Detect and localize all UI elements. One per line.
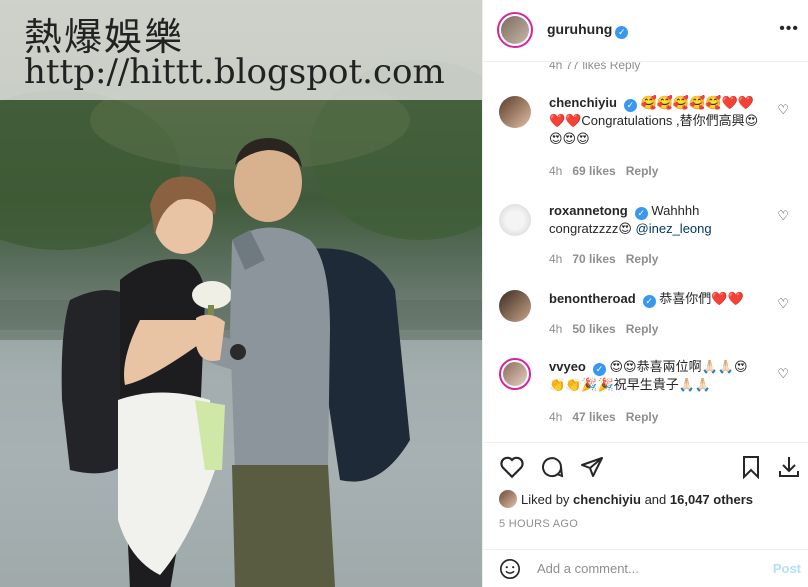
comment-time: 4h (549, 322, 563, 336)
post-comment-button[interactable]: Post (773, 561, 801, 576)
post-side-panel: guruhung ✓ ••• 4h 77 likes Reply chenchiy… (482, 0, 808, 587)
comment-mention-link[interactable]: @inez_leong (636, 221, 712, 236)
verified-badge-icon: ✓ (615, 26, 629, 39)
comment-meta: 4h 70 likes Reply (549, 252, 668, 266)
post-actions: Liked by chenchiyiu and 16,047 others 5 … (483, 442, 808, 587)
comments-list[interactable]: 4h 77 likes Reply chenchiyiu ✓ 🥰🥰🥰🥰🥰❤️❤️❤… (483, 62, 808, 442)
post-photo[interactable]: 熱爆娛樂 http://hittt.blogspot.com (0, 0, 482, 587)
comment-meta: 4h 50 likes Reply (549, 322, 668, 336)
commenter-avatar[interactable] (499, 358, 531, 390)
comment-body: Congratulations ,替你們高興😍😍😍😍 (549, 113, 759, 146)
likes-middle: and (640, 492, 670, 507)
comment-text: roxannetong ✓ Wahhhh congratzzzz😍 @inez_l… (549, 202, 759, 238)
comment-likes[interactable]: 47 likes (572, 410, 615, 424)
commenter-username[interactable]: chenchiyiu (549, 95, 617, 110)
post-header: guruhung ✓ ••• (483, 0, 808, 62)
comment-likes[interactable]: 69 likes (572, 164, 615, 178)
comment-meta: 4h 69 likes Reply (549, 164, 668, 178)
comment-like-heart-icon[interactable]: ♡ (777, 366, 789, 382)
bookmark-icon[interactable] (739, 455, 763, 484)
commenter-username[interactable]: benontheroad (549, 291, 636, 306)
comment-text: vvyeo ✓ 😍😍恭喜兩位啊🙏🏻🙏🏻😍👏👏🎉🎉祝早生貴子🙏🏻🙏🏻 (549, 358, 759, 394)
add-comment-bar: Post (483, 549, 808, 587)
likes-summary: Liked by chenchiyiu and 16,047 others (499, 490, 753, 508)
comment-time: 4h (549, 252, 563, 266)
verified-badge-icon: ✓ (642, 295, 656, 308)
emoji-smile-icon[interactable] (499, 558, 521, 584)
comment-likes[interactable]: 50 likes (572, 322, 615, 336)
watermark-banner: 熱爆娛樂 http://hittt.blogspot.com (0, 0, 482, 100)
reply-button[interactable]: Reply (626, 164, 659, 178)
comment-icon[interactable] (539, 455, 565, 484)
comment-time: 4h (549, 164, 563, 178)
author-username-row[interactable]: guruhung ✓ (547, 21, 629, 39)
reply-button[interactable]: Reply (626, 252, 659, 266)
commenter-username[interactable]: vvyeo (549, 359, 586, 374)
more-options-icon[interactable]: ••• (779, 20, 799, 38)
comment-input[interactable] (537, 561, 757, 576)
verified-badge-icon: ✓ (623, 99, 637, 112)
commenter-username[interactable]: roxannetong (549, 203, 628, 218)
comment-like-heart-icon[interactable]: ♡ (777, 296, 789, 312)
commenter-avatar[interactable] (499, 96, 531, 128)
liker-avatar[interactable] (499, 490, 517, 508)
comment-like-heart-icon[interactable]: ♡ (777, 208, 789, 224)
reply-button[interactable]: Reply (626, 322, 659, 336)
comment-body: 恭喜你們❤️❤️ (659, 291, 744, 306)
author-avatar[interactable] (497, 12, 533, 48)
likes-user[interactable]: chenchiyiu (573, 492, 641, 507)
comment-likes[interactable]: 70 likes (572, 252, 615, 266)
verified-badge-icon: ✓ (634, 207, 648, 220)
comment-like-heart-icon[interactable]: ♡ (777, 102, 789, 118)
heart-icon[interactable] (499, 455, 525, 484)
reply-button[interactable]: Reply (626, 410, 659, 424)
comment-time: 4h (549, 410, 563, 424)
commenter-avatar[interactable] (499, 290, 531, 322)
comment-text: benontheroad ✓ 恭喜你們❤️❤️ (549, 290, 759, 308)
share-icon[interactable] (579, 455, 605, 484)
post-timestamp[interactable]: 5 HOURS AGO (499, 518, 578, 530)
commenter-avatar[interactable] (499, 204, 531, 236)
likes-prefix: Liked by (521, 492, 574, 507)
cut-comment-meta: 4h 77 likes Reply (549, 62, 641, 72)
comment-meta: 4h 47 likes Reply (549, 410, 668, 424)
watermark-url: http://hittt.blogspot.com (24, 52, 445, 92)
instagram-post-view: 熱爆娛樂 http://hittt.blogspot.com guruhung ✓… (0, 0, 808, 587)
comment-text: chenchiyiu ✓ 🥰🥰🥰🥰🥰❤️❤️❤️❤️Congratulations… (549, 94, 759, 148)
download-icon[interactable] (777, 455, 801, 484)
verified-badge-icon: ✓ (592, 363, 606, 376)
author-username[interactable]: guruhung (547, 21, 612, 37)
likes-count[interactable]: 16,047 others (670, 492, 753, 507)
